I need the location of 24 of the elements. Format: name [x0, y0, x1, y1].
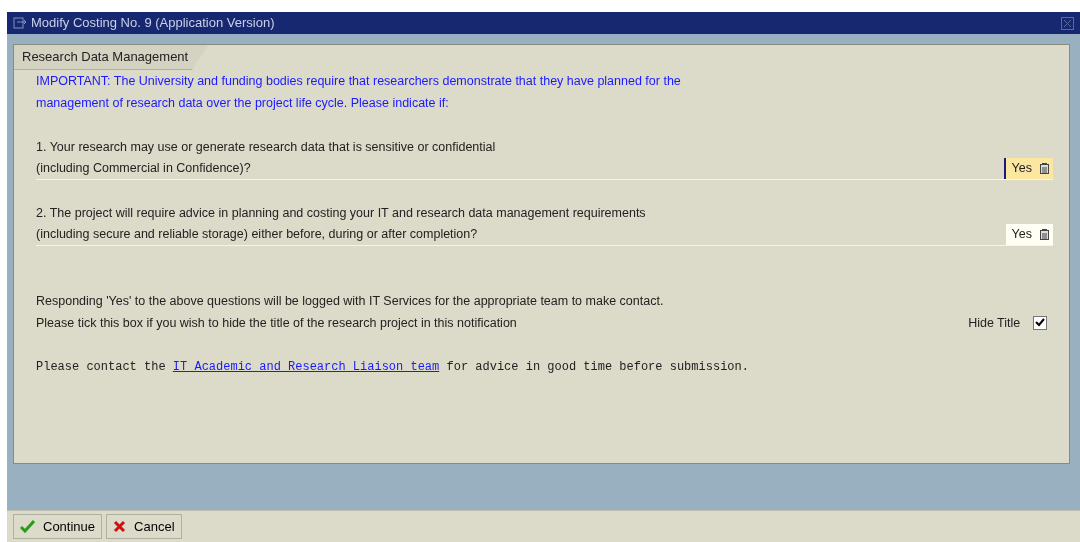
close-icon[interactable] — [1061, 16, 1074, 30]
answer-dropdown[interactable]: Yes — [1005, 223, 1053, 245]
notice-text: IMPORTANT: The University and funding bodies require that researchers demonstrate that they have planned for the — [36, 72, 682, 90]
cross-icon — [113, 520, 127, 533]
contact-text: Please contact the IT Academic and Research Liaison team for advice in good time before submission. — [36, 358, 750, 376]
question-text: (including secure and reliable storage) either before, during or after completion? — [36, 226, 478, 243]
cancel-button[interactable]: Cancel — [106, 513, 182, 540]
hide-title-checkbox[interactable] — [1032, 315, 1047, 330]
checkbox-label: Hide Title — [968, 314, 1021, 332]
question-text: (including Commercial in Confidence)? — [36, 160, 251, 177]
continue-button[interactable]: Continue — [13, 513, 103, 540]
liaison-link[interactable]: IT Academic and Research Liaison team — [172, 359, 440, 374]
checkbox-prompt: Please tick this box if you wish to hide the title of the research project in this notification — [36, 314, 518, 332]
tab[interactable]: Research Data Management — [14, 45, 209, 70]
window-title: Modify Costing No. 9 (Application Version) — [31, 14, 275, 33]
info-text: Responding 'Yes' to the above questions will be logged with IT Services for the appropriate team to make contact. — [36, 292, 665, 310]
answer-dropdown[interactable]: Yes — [1003, 157, 1053, 179]
window-icon — [13, 17, 27, 29]
notice-text: management of research data over the project life cycle. Please indicate if: — [36, 94, 450, 112]
check-icon — [20, 520, 35, 533]
question-text: 1. Your research may use or generate research data that is sensitive or confidential — [36, 138, 497, 156]
list-icon — [1040, 228, 1049, 240]
question-text: 2. The project will require advice in planning and costing your IT and research data management requirements — [36, 204, 647, 222]
list-icon — [1040, 162, 1049, 174]
